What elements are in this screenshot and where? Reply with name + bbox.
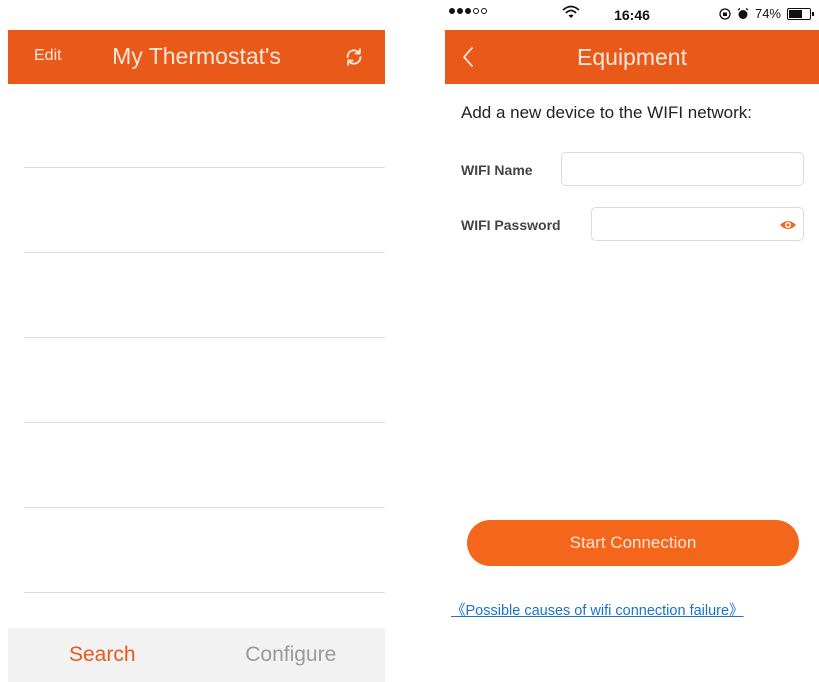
battery-icon	[787, 7, 814, 20]
tab-search[interactable]: Search	[8, 628, 197, 682]
wifi-name-label: WIFI Name	[461, 162, 533, 178]
wifi-password-label: WIFI Password	[461, 217, 561, 233]
add-device-prompt: Add a new device to the WIFI network:	[461, 103, 753, 122]
wifi-name-input[interactable]	[561, 152, 804, 186]
start-connection-button[interactable]: Start Connection	[467, 520, 799, 566]
thermostat-list	[8, 84, 385, 628]
equipment-header: Equipment	[445, 30, 819, 84]
status-bar: 16:46 74%	[445, 0, 819, 30]
battery-percent: 74%	[754, 6, 781, 21]
page-title: Equipment	[577, 44, 687, 70]
list-item	[24, 167, 385, 168]
status-right-group: 74%	[719, 6, 814, 21]
alarm-icon	[737, 7, 749, 19]
wifi-password-input[interactable]	[591, 207, 804, 241]
thermostat-list-header: Edit My Thermostat's	[8, 30, 385, 84]
list-item	[24, 337, 385, 338]
orientation-lock-icon	[719, 7, 731, 20]
tab-bar: Search Configure	[8, 628, 385, 682]
tab-configure[interactable]: Configure	[197, 628, 386, 682]
thermostat-list-screen: Edit My Thermostat's Search Configure	[8, 0, 385, 682]
connection-failure-help-link[interactable]: 《Possible causes of wifi connection fail…	[451, 599, 744, 620]
list-item	[24, 422, 385, 423]
page-title: My Thermostat's	[112, 43, 281, 69]
equipment-screen: 16:46 74% Equipment Add a new device to …	[445, 0, 819, 682]
eye-icon[interactable]	[779, 219, 797, 231]
list-item	[24, 252, 385, 253]
list-item	[24, 507, 385, 508]
refresh-icon[interactable]	[343, 46, 365, 68]
list-item	[24, 592, 385, 593]
